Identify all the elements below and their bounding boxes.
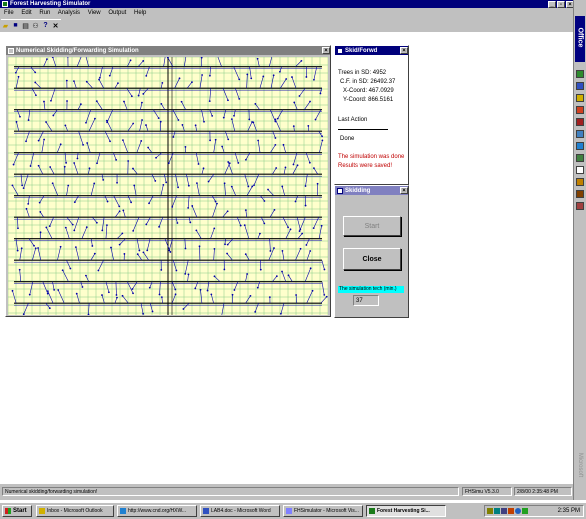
office-shortcut-bar: Office Microsoft (573, 0, 586, 500)
settings-icon[interactable] (576, 202, 584, 210)
menu-view[interactable]: View (88, 10, 101, 16)
task-outlook[interactable]: Inbox - Microsoft Outlook (36, 505, 114, 517)
system-tray: 2:35 PM (484, 505, 584, 517)
simulation-window: Numerical Skidding/Forwarding Simulation… (5, 45, 331, 317)
status-bar: Numerical skidding/forwarding simulation… (0, 486, 574, 498)
close-x-icon[interactable]: ✕ (51, 21, 60, 30)
harvest-map (8, 57, 328, 315)
task-word-label: LAB4.doc - Microsoft Word (211, 508, 271, 514)
access-icon[interactable] (576, 118, 584, 126)
office-logo[interactable]: Office (575, 16, 585, 62)
tools-icon[interactable] (576, 190, 584, 198)
menu-run[interactable]: Run (39, 10, 50, 16)
simulation-time-label: The simulation tech (min.) (338, 286, 404, 293)
cf-in-sd: C.F. in SD: 26492.37 (340, 79, 396, 85)
outlook-icon (39, 508, 45, 514)
status-version: FHSimu V5.3.0 (462, 487, 512, 496)
start-button[interactable]: Start (2, 505, 32, 517)
monitor-tray-icon[interactable] (501, 508, 507, 514)
menu-help[interactable]: Help (134, 10, 146, 16)
menu-edit[interactable]: Edit (21, 10, 31, 16)
task-browser-label: http://www.cnd.org/HXW... (128, 508, 187, 514)
separator-line (338, 129, 388, 130)
y-coord: Y-Coord: 866.5161 (343, 97, 394, 103)
task-visual-basic-label: FHSimulator - Microsoft Vis... (294, 508, 359, 514)
task-word[interactable]: LAB4.doc - Microsoft Word (200, 505, 280, 517)
document-icon[interactable] (576, 166, 584, 174)
globe-tray-icon[interactable] (515, 508, 521, 514)
office-label: Office (576, 27, 584, 48)
window-icon[interactable] (337, 187, 343, 194)
scheduler-icon[interactable] (576, 178, 584, 186)
skid-forwd-titlebar[interactable]: Skid/Forwd × (335, 46, 408, 55)
task-forest-harvesting-label: Forest Harvesting Si... (377, 508, 430, 514)
forest-app-icon (369, 508, 375, 514)
main-titlebar[interactable]: Forest Harvesting Simulator _ ▫ × (0, 0, 574, 8)
status-message: Numerical skidding/forwarding simulation… (2, 487, 459, 496)
forest-app-icon[interactable] (2, 1, 8, 7)
menu-file[interactable]: File (4, 10, 14, 16)
powerpoint-icon[interactable] (576, 106, 584, 114)
close-button[interactable]: Close (343, 248, 401, 270)
save-icon[interactable]: ■ (11, 21, 20, 30)
last-action-value: Done (340, 136, 355, 142)
taskbar: Start Inbox - Microsoft Outlook http://w… (0, 502, 586, 519)
word-icon[interactable] (576, 82, 584, 90)
menu-output[interactable]: Output (108, 10, 126, 16)
skidding-title: Skidding (345, 187, 371, 194)
menu-bar: File Edit Run Analysis View Output Help (4, 9, 152, 17)
skidding-close-x-button[interactable]: × (400, 187, 408, 194)
task-browser[interactable]: http://www.cnd.org/HXW... (117, 505, 197, 517)
x-coord: X-Coord: 467.0929 (343, 88, 394, 94)
internet-explorer-icon[interactable] (576, 142, 584, 150)
start-label: Start (13, 508, 27, 514)
windows-logo-icon (5, 508, 11, 514)
network-icon[interactable] (576, 154, 584, 162)
microsoft-label: Microsoft (577, 452, 583, 478)
maximize-button[interactable]: ▫ (557, 0, 565, 8)
skidding-window: Skidding × Start Close The simulation te… (334, 185, 409, 318)
simulation-titlebar[interactable]: Numerical Skidding/Forwarding Simulation… (6, 46, 330, 55)
speaker-icon[interactable] (487, 508, 493, 514)
agent-tray-icon[interactable] (508, 508, 514, 514)
network-tray-icon[interactable] (494, 508, 500, 514)
last-action-label: Last Action (338, 117, 368, 123)
simulation-title: Numerical Skidding/Forwarding Simulation (16, 47, 139, 54)
excel-icon[interactable] (576, 70, 584, 78)
browser-icon (120, 508, 126, 514)
simulation-close-button[interactable]: × (322, 47, 330, 54)
skidding-titlebar[interactable]: Skidding × (335, 186, 408, 195)
word-icon (203, 508, 209, 514)
window-icon[interactable] (337, 47, 343, 54)
print-icon[interactable]: ▤ (21, 21, 30, 30)
visual-basic-icon (286, 508, 292, 514)
binoculars-icon[interactable]: ⚇ (31, 21, 40, 30)
outlook-icon[interactable] (576, 94, 584, 102)
skid-forwd-title: Skid/Forwd (345, 47, 378, 54)
skid-forwd-close-button[interactable]: × (400, 47, 408, 54)
skid-forwd-window: Skid/Forwd × Trees in SD: 4952 C.F. in S… (334, 45, 409, 185)
clock: 2:35 PM (557, 508, 580, 514)
menu-analysis[interactable]: Analysis (58, 10, 80, 16)
message-line1: The simulation was done (338, 154, 405, 160)
task-forest-harvesting[interactable]: Forest Harvesting Si... (366, 505, 446, 517)
task-outlook-label: Inbox - Microsoft Outlook (47, 508, 103, 514)
app-title: Forest Harvesting Simulator (10, 1, 91, 7)
status-datetime: 2/8/00 2:35:48 PM (514, 487, 572, 496)
window-icon[interactable] (8, 47, 14, 54)
toolbar: ▰ ■ ▤ ⚇ ? ✕ (1, 19, 61, 31)
open-folder-icon[interactable]: ▰ (1, 21, 10, 30)
shield-tray-icon[interactable] (522, 508, 528, 514)
help-icon[interactable]: ? (41, 21, 50, 30)
minimize-button[interactable]: _ (548, 0, 556, 8)
task-visual-basic[interactable]: FHSimulator - Microsoft Vis... (283, 505, 363, 517)
simulation-time-value: 37 (353, 295, 379, 306)
binder-icon[interactable] (576, 130, 584, 138)
trees-in-sd: Trees in SD: 4952 (338, 70, 387, 76)
start-button[interactable]: Start (343, 216, 401, 236)
message-line2: Results were saved! (338, 163, 393, 169)
